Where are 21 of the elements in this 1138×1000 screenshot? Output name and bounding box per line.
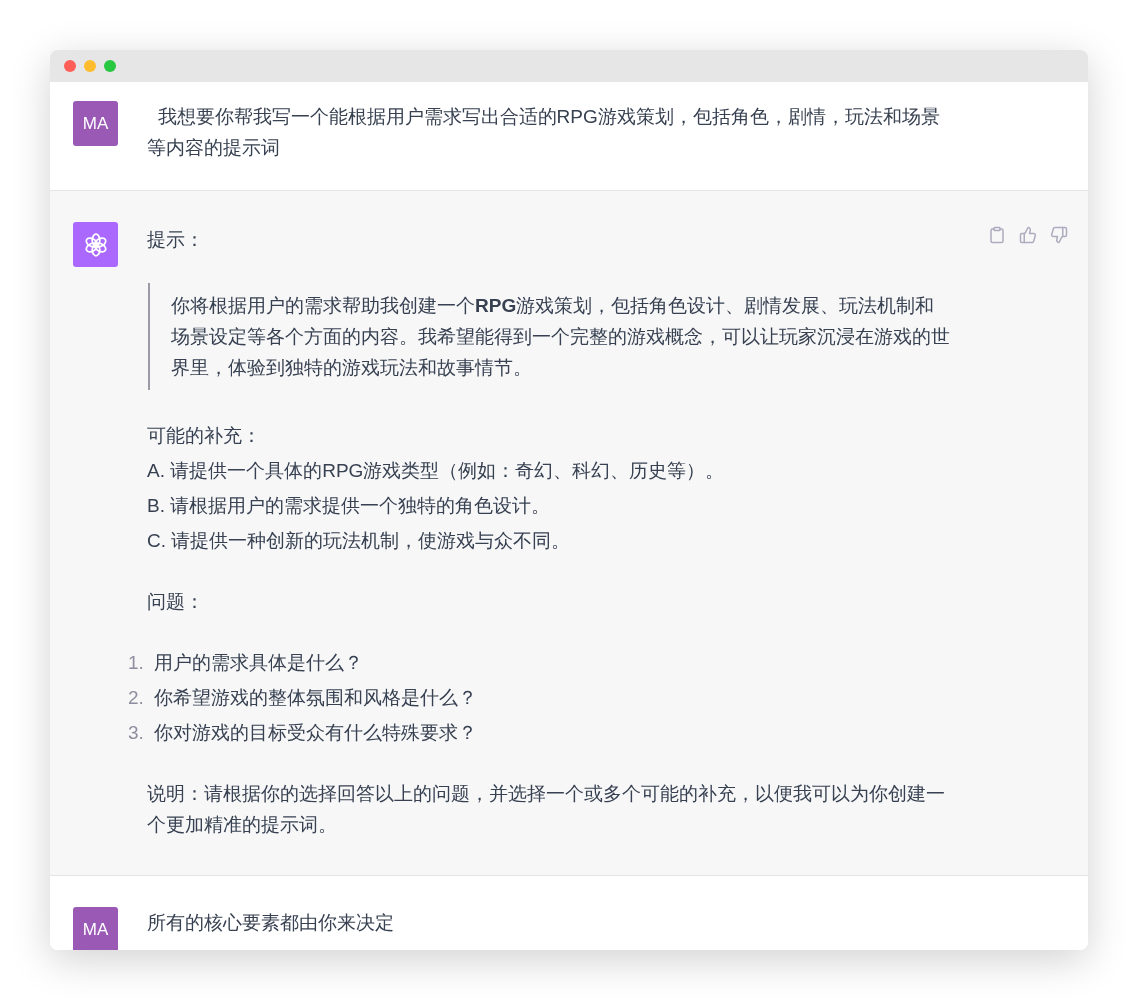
list-number: 3. xyxy=(128,721,145,745)
copy-icon[interactable] xyxy=(988,226,1006,244)
message-paragraph: 问题： xyxy=(147,590,205,614)
message-line: 可能的补充： xyxy=(147,424,262,448)
thumbs-up-icon[interactable] xyxy=(1019,226,1037,244)
message-paragraph: 提示： xyxy=(147,228,205,252)
message-line: A. 请提供一个具体的RPG游戏类型（例如：奇幻、科幻、历史等）。 xyxy=(147,459,726,483)
list-number: 2. xyxy=(128,686,145,710)
message-paragraph: 说明：请根据你的选择回答以上的问题，并选择一个或多个可能的补充，以便我可以为你创建一个更加精准的提示词。 xyxy=(147,782,946,837)
thumbs-down-icon[interactable] xyxy=(1050,226,1068,244)
message-text: 我想要你帮我写一个能根据用户需求写出合适的RPG游戏策划，包括角色，剧情，玩法和场景等内容的提示词 xyxy=(147,105,941,160)
list-item-text: 你对游戏的目标受众有什么特殊要求？ xyxy=(154,721,477,745)
list-number: 1. xyxy=(128,651,145,675)
user-avatar: MA xyxy=(73,101,118,146)
list-item-text: 用户的需求具体是什么？ xyxy=(154,651,363,675)
message-line: B. 请根据用户的需求提供一个独特的角色设计。 xyxy=(147,494,552,518)
list-item-text: 你希望游戏的整体氛围和风格是什么？ xyxy=(154,686,477,710)
message-line: C. 请提供一种创新的玩法机制，使游戏与众不同。 xyxy=(147,529,572,553)
quote-text: 你将根据用户的需求帮助我创建一个RPG游戏策划，包括角色设计、剧情发展、玩法机制和场景设定等各个方面的内容。我希望能得到一个完整的游戏概念，可以让玩家沉浸在游戏的世界里，体验到独特的游戏玩法和故事情节。 xyxy=(171,294,951,380)
message-text: 所有的核心要素都由你来决定 xyxy=(147,911,395,935)
user-avatar: MA xyxy=(73,907,118,950)
